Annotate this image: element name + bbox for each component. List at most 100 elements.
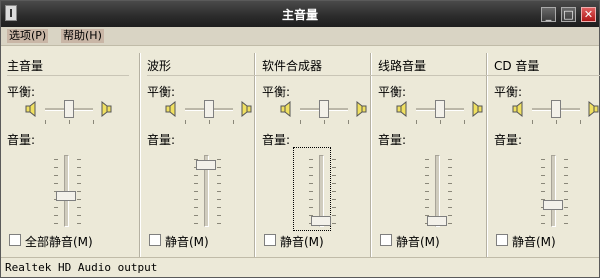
volume-tick	[217, 183, 221, 184]
balance-tick	[532, 120, 533, 124]
window-title: 主音量	[281, 8, 318, 22]
volume-tick	[217, 191, 221, 192]
balance-slider-thumb[interactable]	[319, 100, 329, 118]
speaker-left-icon	[25, 100, 39, 118]
title-underline	[494, 75, 600, 76]
balance-slider-thumb[interactable]	[64, 100, 74, 118]
volume-tick	[564, 215, 568, 216]
volume-slider-thumb[interactable]	[543, 200, 563, 210]
volume-tick	[541, 167, 545, 168]
volume-tick	[194, 191, 198, 192]
speaker-right-icon	[585, 100, 599, 118]
balance-tick	[324, 120, 325, 124]
balance-tick	[440, 120, 441, 124]
balance-tick	[45, 120, 46, 124]
balance-tick	[556, 120, 557, 124]
volume-tick	[54, 183, 58, 184]
maximize-button[interactable]: □	[561, 7, 576, 22]
mute-checkbox[interactable]	[149, 234, 161, 246]
channel-divider	[254, 53, 256, 257]
volume-tick	[309, 191, 313, 192]
volume-tick	[77, 183, 81, 184]
balance-tick	[93, 120, 94, 124]
volume-label: 音量:	[147, 133, 176, 147]
volume-tick	[217, 207, 221, 208]
volume-tick	[217, 167, 221, 168]
volume-tick	[425, 175, 429, 176]
volume-tick	[217, 215, 221, 216]
channel-title: 软件合成器	[262, 59, 323, 73]
volume-tick	[217, 199, 221, 200]
mute-label[interactable]: 静音(M)	[396, 233, 440, 250]
volume-tick	[448, 215, 452, 216]
volume-tick	[564, 207, 568, 208]
volume-tick	[541, 183, 545, 184]
volume-tick	[77, 207, 81, 208]
volume-tick	[448, 167, 452, 168]
volume-tick	[309, 207, 313, 208]
speaker-right-icon	[469, 100, 483, 118]
volume-tick	[425, 167, 429, 168]
balance-tick	[416, 120, 417, 124]
speaker-right-icon	[353, 100, 367, 118]
volume-tick	[54, 207, 58, 208]
channel-divider	[139, 53, 141, 257]
balance-tick	[580, 120, 581, 124]
volume-tick	[448, 175, 452, 176]
volume-tick	[309, 167, 313, 168]
title-bar[interactable]: 主音量 _ □ ✕	[1, 1, 599, 27]
volume-tick	[332, 183, 336, 184]
mute-label[interactable]: 静音(M)	[280, 233, 324, 250]
mute-checkbox[interactable]	[9, 234, 21, 246]
volume-tick	[425, 159, 429, 160]
volume-label: 音量:	[494, 133, 523, 147]
volume-slider-thumb[interactable]	[311, 216, 331, 226]
speaker-left-icon	[512, 100, 526, 118]
balance-slider-thumb[interactable]	[435, 100, 445, 118]
channel-title: CD 音量	[494, 59, 540, 73]
channel-title: 波形	[147, 59, 172, 73]
volume-slider-thumb[interactable]	[56, 191, 76, 201]
mute-checkbox[interactable]	[496, 234, 508, 246]
volume-tick	[54, 215, 58, 216]
channel-divider	[370, 53, 372, 257]
volume-tick	[448, 207, 452, 208]
minimize-button[interactable]: _	[541, 7, 556, 22]
volume-tick	[425, 191, 429, 192]
volume-tick	[448, 223, 452, 224]
volume-tick	[194, 215, 198, 216]
volume-slider-thumb[interactable]	[427, 216, 447, 226]
menu-options[interactable]: 选项(P)	[7, 29, 49, 43]
volume-tick	[77, 223, 81, 224]
mute-label[interactable]: 静音(M)	[512, 233, 556, 250]
volume-tick	[332, 207, 336, 208]
balance-slider-thumb[interactable]	[204, 100, 214, 118]
volume-tick	[448, 199, 452, 200]
title-underline	[147, 75, 269, 76]
balance-tick	[209, 120, 210, 124]
volume-tick	[564, 199, 568, 200]
volume-tick	[77, 175, 81, 176]
title-underline	[262, 75, 384, 76]
volume-tick	[77, 159, 81, 160]
volume-track[interactable]	[551, 155, 556, 227]
volume-tick	[564, 167, 568, 168]
balance-label: 平衡:	[7, 85, 36, 99]
close-button[interactable]: ✕	[581, 7, 596, 22]
mute-label[interactable]: 静音(M)	[165, 233, 209, 250]
volume-slider-thumb[interactable]	[196, 160, 216, 170]
mute-checkbox[interactable]	[380, 234, 392, 246]
balance-tick	[69, 120, 70, 124]
volume-tick	[54, 167, 58, 168]
volume-tick	[425, 199, 429, 200]
mute-checkbox[interactable]	[264, 234, 276, 246]
volume-tick	[217, 175, 221, 176]
status-bar: Realtek HD Audio output	[1, 257, 599, 278]
menu-help[interactable]: 帮助(H)	[61, 29, 104, 43]
volume-tick	[194, 175, 198, 176]
volume-tick	[425, 207, 429, 208]
volume-tick	[332, 223, 336, 224]
volume-tick	[564, 183, 568, 184]
mute-label[interactable]: 全部静音(M)	[25, 233, 93, 250]
balance-slider-thumb[interactable]	[551, 100, 561, 118]
